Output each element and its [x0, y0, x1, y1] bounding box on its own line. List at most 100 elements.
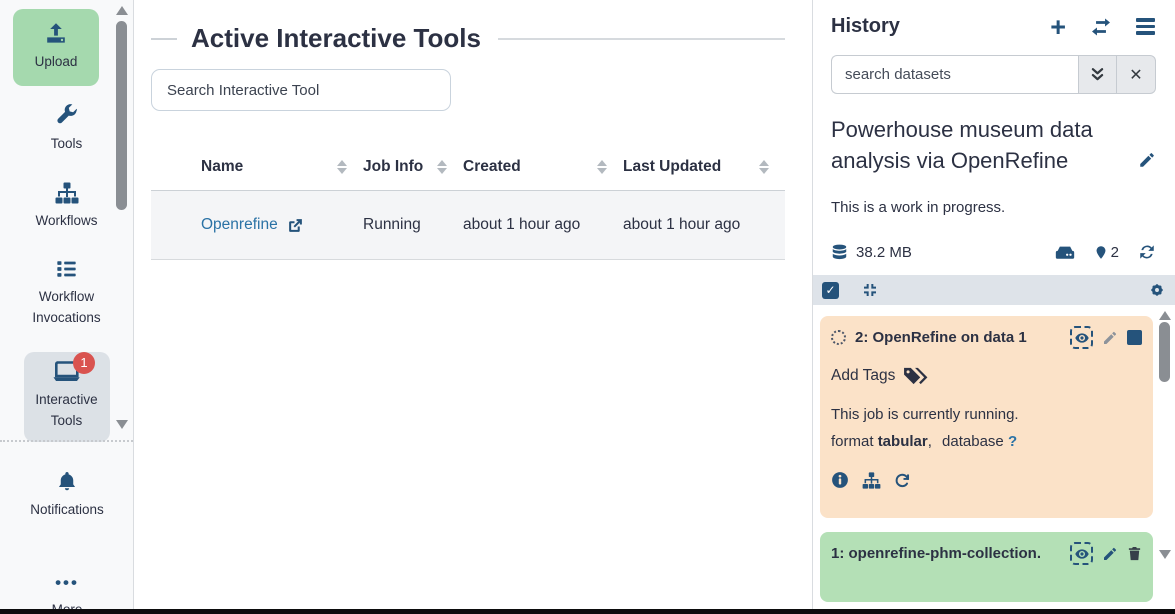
scroll-up-arrow[interactable]	[1159, 311, 1171, 320]
interactive-tool-search-input[interactable]	[151, 69, 451, 111]
sidebar-item-label: Workflow Invocations	[24, 287, 110, 329]
sitemap-icon	[55, 182, 79, 204]
wrench-icon	[55, 104, 78, 127]
history-panel-title: History	[831, 15, 1050, 38]
sort-icon[interactable]	[759, 160, 769, 174]
column-header-name[interactable]: Name	[201, 158, 363, 176]
dataset-card-ok[interactable]: 1: openrefine-phm-collection.	[820, 532, 1153, 602]
sidebar-item-upload[interactable]: Upload	[13, 9, 99, 86]
history-search-bar	[831, 55, 1156, 94]
column-header-last-updated[interactable]: Last Updated	[623, 158, 785, 176]
external-link-icon[interactable]	[287, 217, 304, 234]
job-details-sitemap-icon[interactable]	[862, 472, 881, 489]
history-selection-toolbar	[813, 275, 1175, 305]
dataset-title[interactable]: 1: openrefine-phm-collection.	[831, 545, 1061, 562]
database-icon	[831, 244, 848, 261]
stop-job-icon[interactable]	[1127, 330, 1142, 345]
column-label: Name	[201, 158, 243, 176]
clear-filter-button[interactable]	[1117, 55, 1156, 94]
column-label: Job Info	[363, 158, 423, 176]
delete-trash-icon[interactable]	[1127, 545, 1142, 562]
switch-history-button[interactable]	[1090, 18, 1112, 36]
activity-sidebar: Upload Tools Workflows Workflow Invocati…	[0, 0, 134, 614]
history-name[interactable]: Powerhouse museum data analysis via Open…	[831, 115, 1138, 176]
main-content: Active Interactive Tools Name Job Info C…	[134, 0, 812, 614]
sidebar-item-more[interactable]: More	[24, 573, 110, 614]
history-size-indicator[interactable]: 38.2 MB	[831, 244, 912, 261]
scrollbar-thumb[interactable]	[116, 21, 127, 210]
sidebar-item-workflows[interactable]: Workflows	[24, 182, 110, 232]
sidebar-item-label: Upload	[35, 52, 78, 73]
title-decoration-line	[151, 38, 177, 40]
column-header-job-info[interactable]: Job Info	[363, 158, 463, 176]
title-decoration-line	[498, 38, 785, 40]
spinner-icon	[831, 330, 846, 345]
display-eye-icon[interactable]	[1070, 326, 1093, 349]
upload-icon	[44, 21, 68, 45]
sidebar-item-notifications[interactable]: Notifications	[24, 470, 110, 521]
history-status-row: 38.2 MB 2	[831, 243, 1156, 261]
notification-count-badge: 1	[73, 352, 95, 374]
history-settings-gear-icon[interactable]	[1148, 281, 1166, 299]
dataset-info-icon[interactable]	[831, 471, 849, 489]
history-name-row: Powerhouse museum data analysis via Open…	[831, 115, 1156, 176]
scroll-down-arrow[interactable]	[116, 420, 128, 429]
edit-attributes-pencil-icon[interactable]	[1102, 330, 1118, 346]
table-row: Openrefine Running about 1 hour ago abou…	[151, 191, 785, 260]
sidebar-item-workflow-invocations[interactable]: Workflow Invocations	[24, 258, 110, 329]
history-panel-header: History	[813, 0, 1175, 38]
created-cell: about 1 hour ago	[463, 216, 623, 234]
sidebar-item-tools[interactable]: Tools	[24, 104, 110, 155]
sort-icon[interactable]	[597, 160, 607, 174]
dataset-card-running[interactable]: 2: OpenRefine on data 1 Add Tag	[820, 316, 1153, 518]
scrollbar-thumb[interactable]	[1159, 322, 1170, 382]
column-label: Created	[463, 158, 521, 176]
interactive-tools-table: Name Job Info Created Last Updated	[151, 143, 785, 260]
screen-bottom-edge	[0, 609, 1175, 614]
tags-icon	[902, 366, 929, 386]
history-size: 38.2 MB	[856, 244, 912, 261]
rerun-job-icon[interactable]	[894, 472, 911, 489]
scroll-up-arrow[interactable]	[116, 6, 128, 15]
history-annotation[interactable]: This is a work in progress.	[831, 199, 1157, 216]
tool-link-openrefine[interactable]: Openrefine	[201, 216, 304, 234]
advanced-filter-button[interactable]	[1078, 55, 1117, 94]
sort-icon[interactable]	[337, 160, 347, 174]
sidebar-item-label: Tools	[51, 134, 83, 155]
format-value: tabular	[878, 433, 928, 450]
refresh-history-icon[interactable]	[1138, 243, 1156, 261]
sidebar-scrollbar[interactable]	[114, 0, 130, 440]
sidebar-item-label: Workflows	[35, 211, 97, 232]
sidebar-item-label: Notifications	[30, 500, 104, 521]
collapse-all-icon[interactable]	[862, 282, 878, 298]
shown-items-indicator[interactable]: 2	[1094, 244, 1119, 261]
dataset-format-info: format tabular, database ?	[831, 433, 1142, 450]
sort-icon[interactable]	[437, 160, 447, 174]
last-updated-cell: about 1 hour ago	[623, 216, 785, 234]
page-title: Active Interactive Tools	[191, 23, 481, 54]
sidebar-item-interactive-tools[interactable]: 1 Interactive Tools	[24, 352, 110, 443]
page-title-row: Active Interactive Tools	[151, 23, 785, 54]
ellipsis-icon	[55, 573, 79, 593]
table-header-row: Name Job Info Created Last Updated	[151, 143, 785, 191]
galaxy-app: Upload Tools Workflows Workflow Invocati…	[0, 0, 1175, 614]
shown-items-count: 2	[1111, 244, 1119, 261]
select-all-checkbox[interactable]	[822, 282, 839, 299]
dataset-search-input[interactable]	[831, 55, 1078, 94]
list-icon	[55, 258, 78, 280]
dataset-title[interactable]: 2: OpenRefine on data 1	[855, 329, 1061, 346]
laptop-icon: 1	[53, 361, 80, 383]
storage-dashboard-icon[interactable]	[1055, 244, 1075, 261]
add-tags-button[interactable]: Add Tags	[831, 366, 1142, 386]
chevron-double-down-icon	[1089, 66, 1106, 83]
column-label: Last Updated	[623, 158, 721, 176]
edit-attributes-pencil-icon[interactable]	[1102, 546, 1118, 562]
display-eye-icon[interactable]	[1070, 542, 1093, 565]
scroll-down-arrow[interactable]	[1159, 550, 1171, 559]
database-help-link[interactable]: ?	[1008, 433, 1017, 450]
column-header-created[interactable]: Created	[463, 158, 623, 176]
history-options-menu-icon[interactable]	[1136, 18, 1155, 35]
edit-history-pencil-icon[interactable]	[1138, 151, 1156, 176]
dataset-list-scrollbar[interactable]	[1157, 305, 1173, 614]
new-history-button[interactable]	[1050, 17, 1066, 37]
